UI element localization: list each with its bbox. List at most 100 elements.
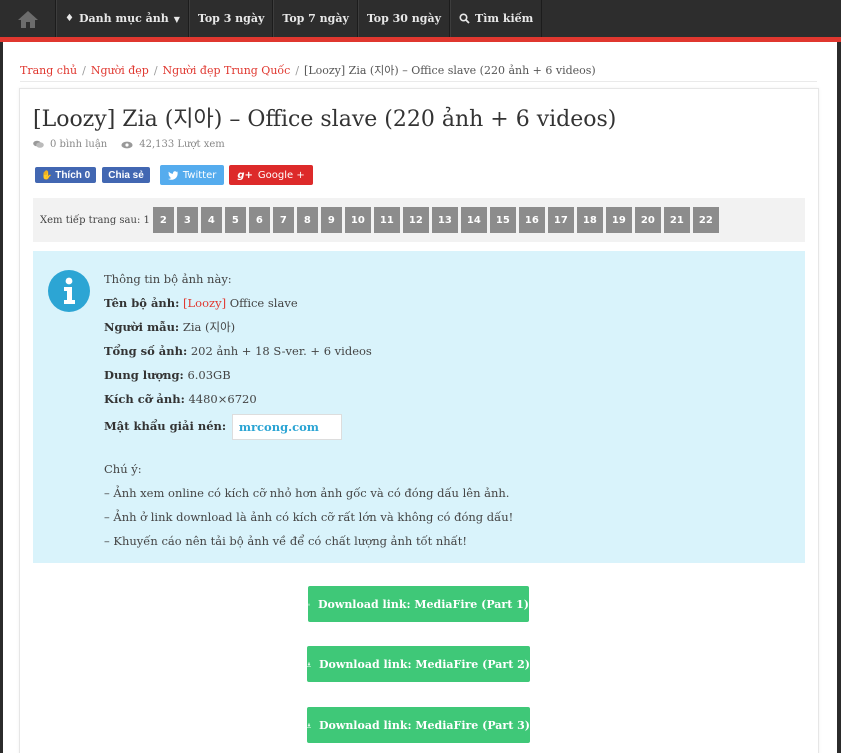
post-article: [Loozy] Zia (지아) – Office slave (220 ảnh… [19,88,819,753]
info-set-name: Tên bộ ảnh: [Loozy] Office slave [104,291,513,315]
page-link-10[interactable]: 10 [344,207,371,233]
twitter-label: Twitter [182,169,217,181]
page-link-5[interactable]: 5 [224,207,246,233]
info-size-value: 6.03GB [187,368,231,382]
breadcrumb-nguoi-dep[interactable]: Người đẹp [91,64,149,77]
diamond-icon: ♦ [65,13,74,24]
info-lines: Thông tin bộ ảnh này: Tên bộ ảnh: [Loozy… [104,267,513,553]
password-field[interactable]: mrcong.com [231,414,342,440]
pagination-pages: 2 3 4 5 6 7 8 9 10 11 12 13 14 15 16 17 18 19 20 21 22 [150,207,719,233]
page-link-4[interactable]: 4 [200,207,222,233]
info-note-2: – Ảnh ở link download là ảnh có kích cỡ … [104,510,514,524]
page-link-6[interactable]: 6 [248,207,270,233]
page-content: Trang chủ / Người đẹp / Người đẹp Trung Quốc… [3,42,837,753]
breadcrumb-current: [Loozy] Zia (지아) – Office slave (220 ảnh… [304,64,596,77]
breadcrumb-home[interactable]: Trang chủ [20,64,77,77]
page-link-12[interactable]: 12 [402,207,429,233]
info-count-label: Tổng số ảnh: [104,344,188,358]
pagination: Xem tiếp trang sau: 1 2 3 4 5 6 7 8 9 10 11 12 13 14… [33,198,805,242]
google-plus-label: Google + [257,169,305,181]
home-icon [17,10,38,28]
nav-top3[interactable]: Top 3 ngày [188,0,274,37]
info-dims-label: Kích cỡ ảnh: [104,392,185,406]
nav-top30-label: Top 30 ngày [366,12,442,25]
twitter-icon [167,170,178,180]
download-button-part-1[interactable]: Download link: MediaFire (Part 1) [308,586,529,622]
page-link-22[interactable]: 22 [692,207,719,233]
home-button[interactable] [0,0,56,37]
caret-down-icon: ▼ [173,13,180,24]
twitter-button[interactable]: Twitter [159,165,225,185]
top-nav: ♦ Danh mục ảnh ▼ Top 3 ngày Top 7 ngày T… [0,0,841,37]
pagination-label: Xem tiếp trang sau: 1 [40,214,150,226]
nav-categories[interactable]: ♦ Danh mục ảnh ▼ [56,0,189,37]
breadcrumb-category[interactable]: Người đẹp Trung Quốc [163,64,291,77]
eye-icon [121,141,133,148]
download-button-part-2[interactable]: Download link: MediaFire (Part 2) [307,646,530,682]
info-model-label: Người mẫu: [104,320,180,334]
page-link-14[interactable]: 14 [460,207,487,233]
page-link-16[interactable]: 16 [518,207,545,233]
nav-search[interactable]: Tìm kiếm [450,0,543,37]
nav-top30[interactable]: Top 30 ngày [357,0,451,37]
info-size: Dung lượng: 6.03GB [104,363,513,387]
info-note-1: – Ảnh xem online có kích cỡ nhỏ hơn ảnh … [104,486,510,500]
info-dims: Kích cỡ ảnh: 4480×6720 [104,387,513,411]
info-pw-label: Mật khẩu giải nén: [104,419,227,433]
download-label-1: Download link: MediaFire (Part 1) [317,597,529,611]
page-link-19[interactable]: 19 [605,207,632,233]
facebook-like-button[interactable]: ✋ Thích 0 [35,167,97,183]
download-label-2: Download link: MediaFire (Part 2) [318,657,530,671]
info-password: Mật khẩu giải nén: mrcong.com [104,411,513,441]
page-link-2[interactable]: 2 [152,207,174,233]
nav-top7[interactable]: Top 7 ngày [273,0,358,37]
info-count: Tổng số ảnh: 202 ảnh + 18 S-ver. + 6 vid… [104,339,513,363]
breadcrumb-separator: / [295,64,300,77]
info-note-3: – Khuyến cáo nên tải bộ ảnh về để có chấ… [104,534,467,548]
page-link-17[interactable]: 17 [547,207,574,233]
info-set-brand[interactable]: [Loozy] [183,296,226,310]
info-count-value: 202 ảnh + 18 S-ver. + 6 videos [190,344,372,358]
page-link-15[interactable]: 15 [489,207,516,233]
breadcrumb-separator: / [153,64,158,77]
page-link-8[interactable]: 8 [296,207,318,233]
page-link-3[interactable]: 3 [176,207,198,233]
page-link-18[interactable]: 18 [576,207,603,233]
nav-top3-label: Top 3 ngày [197,12,265,25]
download-icon [308,603,310,605]
info-model-value: Zia (지아) [182,320,236,334]
breadcrumb-separator: / [82,64,86,77]
download-button-part-3[interactable]: Download link: MediaFire (Part 3) [307,707,530,743]
breadcrumb: Trang chủ / Người đẹp / Người đẹp Trung Quốc… [20,62,817,82]
nav-top7-label: Top 7 ngày [282,12,349,25]
info-heading: Thông tin bộ ảnh này: [104,272,232,286]
facebook-share-button[interactable]: Chia sẻ [102,167,150,183]
page-link-11[interactable]: 11 [373,207,400,233]
google-plus-icon: g+ [237,169,253,181]
page-link-13[interactable]: 13 [431,207,458,233]
facebook-share-label: Chia sẻ [108,169,144,181]
views-text: 42,133 Lượt xem [139,139,225,150]
page-title: [Loozy] Zia (지아) – Office slave (220 ảnh… [33,107,617,132]
info-model: Người mẫu: Zia (지아) [104,315,513,339]
nav-search-label: Tìm kiếm [475,12,534,25]
page-link-7[interactable]: 7 [272,207,294,233]
thumbs-up-icon: ✋ [41,169,53,180]
info-icon [48,270,90,312]
page-link-20[interactable]: 20 [634,207,661,233]
info-set-value: Office slave [229,296,298,310]
download-icon [307,723,311,727]
page-link-21[interactable]: 21 [663,207,690,233]
info-box: Thông tin bộ ảnh này: Tên bộ ảnh: [Loozy… [33,251,805,563]
google-plus-button[interactable]: g+ Google + [229,165,313,185]
info-size-label: Dung lượng: [104,368,184,382]
info-set-label: Tên bộ ảnh: [104,296,180,310]
info-dims-value: 4480×6720 [188,392,257,406]
comments-text: 0 bình luận [50,139,108,150]
comments-count[interactable]: 0 bình luận [33,139,107,150]
download-icon [307,662,311,666]
post-meta: 0 bình luận 42,133 Lượt xem [33,139,239,150]
page-link-9[interactable]: 9 [320,207,342,233]
comments-icon [33,140,44,148]
